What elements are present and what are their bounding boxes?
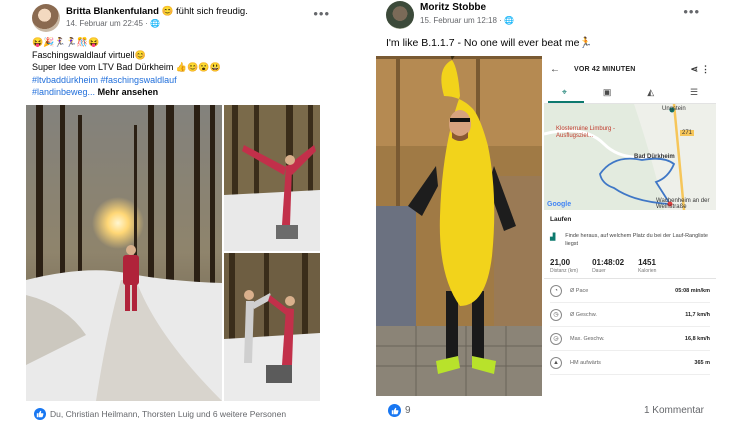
avatar[interactable] — [32, 4, 60, 32]
like-reaction-icon — [388, 404, 401, 417]
photo-stretch-2[interactable] — [224, 253, 320, 401]
row-elevation: ▲ HM aufwärts 365 m — [550, 351, 710, 375]
stat-label: Kalorien — [638, 268, 657, 274]
reactions-summary[interactable]: Du, Christian Heilmann, Thorsten Luig un… — [34, 408, 286, 420]
post-text: 😝🎉🏃‍♀️🏃‍♀️🎊😝 Faschingswaldlauf virtuell😊… — [22, 36, 348, 99]
post-moritz: Moritz Stobbe 15. Februar um 12:18 · 🌐 •… — [376, 0, 724, 422]
map-town2-label: Wachenheim an der Weinstraße — [656, 198, 710, 210]
author-name[interactable]: Britta Blankenfuland — [66, 6, 159, 17]
row-label: HM aufwärts — [570, 359, 601, 366]
post-meta: 15. Februar um 12:18 · 🌐 — [420, 16, 515, 25]
stat-value: 01:48:02 — [592, 258, 625, 267]
stat-calories: 1451 Kalorien — [638, 258, 656, 274]
row-pace: ◔ Ø Pace 05:08 min/km — [550, 279, 710, 303]
more-options-button[interactable]: ••• — [683, 4, 700, 19]
row-value: 11,7 km/h — [685, 311, 710, 318]
map-tab-icon[interactable]: ⌖ — [562, 87, 567, 98]
map-poi-label: Klosterruine Limburg - Ausflugsziel... — [556, 126, 616, 139]
ranking-icon: ▟ — [550, 234, 556, 241]
activity-type: Laufen — [550, 216, 572, 223]
more-options-button[interactable]: ••• — [313, 6, 330, 21]
post-date[interactable]: 14. Februar um 22:45 — [66, 19, 143, 28]
like-reaction-icon — [34, 408, 46, 420]
post-date[interactable]: 15. Februar um 12:18 — [420, 16, 497, 25]
elevation-tab-icon[interactable]: ◭ — [647, 87, 654, 98]
author-line: Britta Blankenfuland 😊 fühlt sich freudi… — [66, 6, 248, 17]
stat-label: Distanz (km) — [550, 268, 579, 274]
reactions-summary[interactable]: 9 — [388, 404, 411, 417]
photo-banana-costume[interactable] — [376, 56, 542, 396]
stat-label: Dauer — [592, 268, 606, 274]
hashtag-line-2[interactable]: #landinbeweg... — [32, 87, 95, 97]
map-corner-label: Ungstein — [662, 106, 686, 112]
app-header: ← VOR 42 MINUTEN ⋖ ⋮ — [544, 56, 716, 82]
row-max-speed: ◶ Max. Geschw. 16,8 km/h — [550, 327, 710, 351]
feeling-emoji: 😊 — [161, 6, 174, 17]
photo-forest-road[interactable] — [26, 105, 222, 401]
share-icon[interactable]: ⋖ — [690, 64, 698, 75]
photo-stretch-1[interactable] — [224, 105, 320, 251]
ranking-hint-text: Finde heraus, auf welchem Platz du bei d… — [565, 233, 708, 247]
row-value: 05:08 min/km — [675, 287, 710, 294]
hashtag-line-1[interactable]: #ltvbaddürkheim #faschingswaldlauf — [32, 74, 338, 87]
row-speed: ◷ Ø Geschw. 11,7 km/h — [550, 303, 710, 327]
avatar[interactable] — [386, 1, 414, 29]
text-line-2: Super Idee vom LTV Bad Dürkheim 👍😊😮😃 — [32, 62, 221, 72]
post-text: I'm like B.1.1.7 - No one will ever beat… — [386, 37, 593, 49]
row-value: 365 m — [694, 359, 710, 366]
row-label: Ø Pace — [570, 287, 589, 294]
author-line: Moritz Stobbe — [420, 2, 486, 13]
photo-tab-icon[interactable]: ▣ — [603, 87, 612, 98]
ranking-hint[interactable]: ▟ Finde heraus, auf welchem Platz du bei… — [550, 233, 710, 248]
more-vertical-icon[interactable]: ⋮ — [701, 64, 710, 75]
like-count: 9 — [405, 405, 411, 416]
row-label: Ø Geschw. — [570, 311, 597, 318]
route-map[interactable]: Klosterruine Limburg - Ausflugsziel... B… — [544, 104, 716, 210]
reactions-text: Du, Christian Heilmann, Thorsten Luig un… — [50, 409, 287, 419]
author-name[interactable]: Moritz Stobbe — [420, 2, 486, 13]
map-town-label: Bad Dürkheim — [634, 154, 675, 160]
post-britta: Britta Blankenfuland 😊 fühlt sich freudi… — [22, 0, 348, 422]
text-line-1: Faschingswaldlauf virtuell😊 — [32, 49, 146, 60]
pace-icon: ◔ — [550, 284, 562, 297]
globe-icon: 🌐 — [504, 16, 515, 25]
detail-rows: ◔ Ø Pace 05:08 min/km ◷ Ø Geschw. 11,7 k… — [544, 279, 716, 375]
globe-icon: 🌐 — [150, 19, 161, 28]
stat-duration: 01:48:02 Dauer — [592, 258, 624, 274]
activity-section: Laufen ▟ Finde heraus, auf welchem Platz… — [544, 210, 716, 248]
max-speed-icon: ◶ — [550, 332, 562, 345]
row-label: Max. Geschw. — [570, 335, 605, 342]
stats-summary: 21,00 Distanz (km) 01:48:02 Dauer 1451 K… — [544, 248, 716, 279]
speed-icon: ◷ — [550, 308, 562, 321]
app-title: VOR 42 MINUTEN — [574, 65, 636, 73]
row-value: 16,8 km/h — [684, 335, 710, 342]
stat-value: 1451 — [638, 258, 656, 267]
emoji-line: 😝🎉🏃‍♀️🏃‍♀️🎊😝 — [32, 37, 100, 47]
comments-count[interactable]: 1 Kommentar — [644, 405, 704, 416]
app-tabs: ⌖ ▣ ◭ ☰ — [544, 82, 716, 104]
post-header: Moritz Stobbe 15. Februar um 12:18 · 🌐 •… — [376, 0, 724, 32]
elevation-icon: ▲ — [550, 356, 562, 369]
back-arrow-icon[interactable]: ← — [550, 64, 560, 75]
post-meta: 14. Februar um 22:45 · 🌐 — [66, 19, 161, 28]
active-tab-indicator — [548, 101, 584, 103]
feeling-text: fühlt sich freudig. — [176, 6, 248, 17]
running-app-screenshot: ← VOR 42 MINUTEN ⋖ ⋮ ⌖ ▣ ◭ ☰ Klosterruin… — [544, 56, 716, 396]
google-logo: Google — [547, 201, 572, 208]
map-road-label: 271 — [680, 130, 695, 136]
stat-value: 21,00 — [550, 258, 571, 267]
see-more-link[interactable]: Mehr ansehen — [98, 87, 159, 97]
post-header: Britta Blankenfuland 😊 fühlt sich freudi… — [22, 0, 348, 36]
stat-distance: 21,00 Distanz (km) — [550, 258, 578, 274]
stats-tab-icon[interactable]: ☰ — [690, 87, 698, 98]
